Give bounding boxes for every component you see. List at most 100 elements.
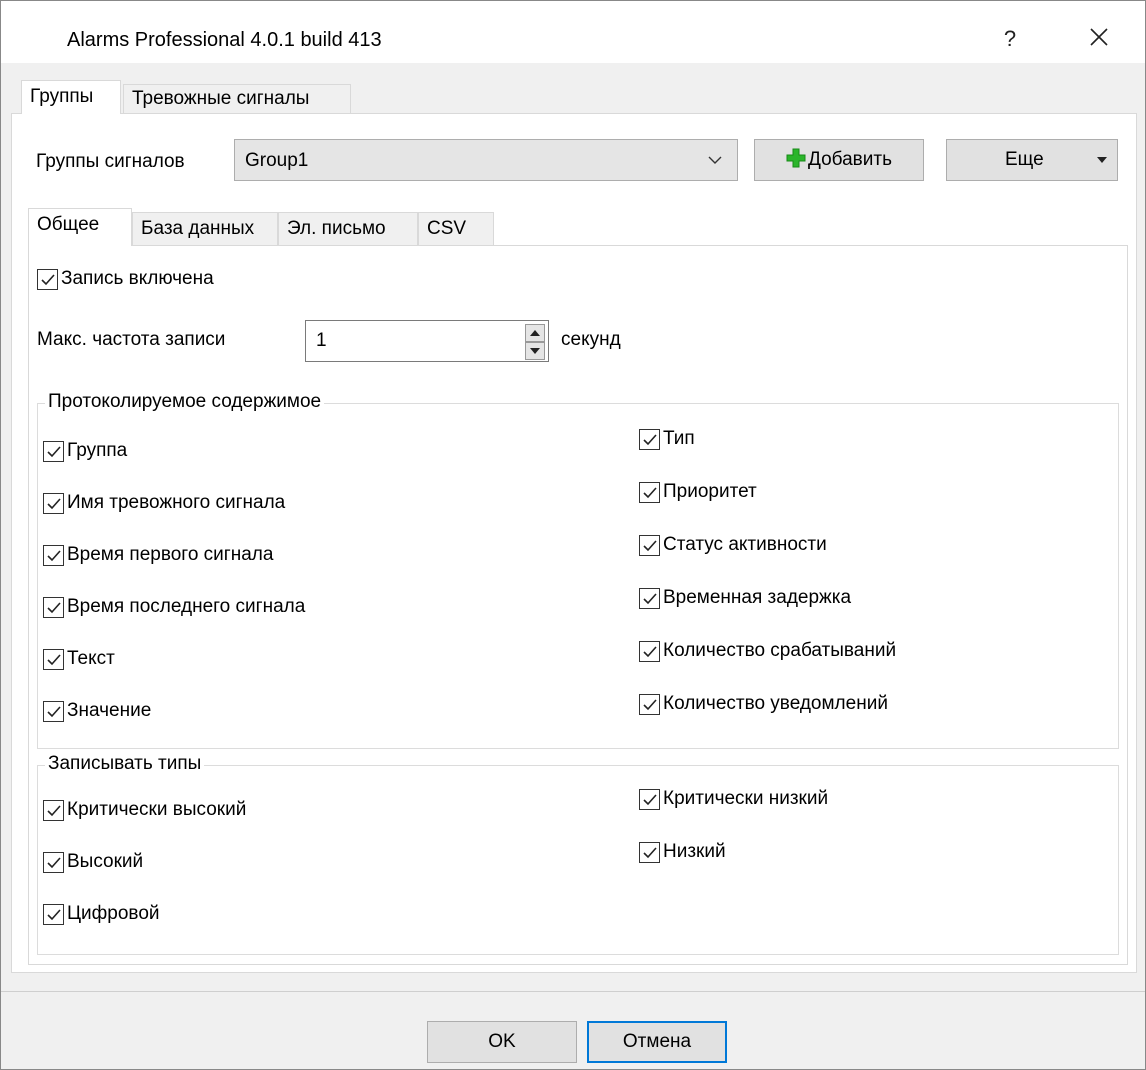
- checkmark-icon: [47, 653, 61, 665]
- checkbox-box: [43, 851, 64, 873]
- checkbox-box: [43, 700, 64, 722]
- cb-label: Время первого сигнала: [67, 544, 274, 565]
- cb-label: Имя тревожного сигнала: [67, 492, 286, 513]
- cb-label: Тип: [663, 428, 695, 449]
- cb-label: Время последнего сигнала: [67, 596, 306, 617]
- max-rate-unit: секунд: [561, 329, 621, 350]
- checkmark-icon: [47, 497, 61, 509]
- cb-label: Критически высокий: [67, 799, 247, 820]
- more-button-label: Еще: [1005, 149, 1044, 170]
- checkmark-icon: [643, 846, 657, 858]
- signal-groups-label: Группы сигналов: [36, 151, 185, 172]
- group-select-value: Group1: [245, 150, 309, 171]
- cb-notify-count[interactable]: Количество уведомлений: [639, 693, 888, 715]
- checkmark-icon: [47, 804, 61, 816]
- cb-label: Низкий: [663, 841, 726, 862]
- dialog-window: Alarms Professional 4.0.1 build 413 ? Гр…: [0, 0, 1146, 1070]
- cb-digital[interactable]: Цифровой: [43, 903, 160, 925]
- cb-label: Количество срабатываний: [663, 640, 897, 661]
- cb-high[interactable]: Высокий: [43, 851, 143, 873]
- checkbox-box: [43, 492, 64, 514]
- tab-email[interactable]: Эл. письмо: [278, 212, 418, 246]
- checkmark-icon: [47, 549, 61, 561]
- cb-active-status[interactable]: Статус активности: [639, 534, 827, 556]
- cb-label: Приоритет: [663, 481, 757, 502]
- cb-alarm-name[interactable]: Имя тревожного сигнала: [43, 492, 285, 514]
- add-button-label: Добавить: [808, 149, 892, 170]
- cb-last-time[interactable]: Время последнего сигнала: [43, 596, 305, 618]
- logged-content-group: [37, 403, 1119, 749]
- checkbox-box: [37, 268, 58, 290]
- help-button[interactable]: ?: [987, 19, 1033, 59]
- checkmark-icon: [643, 539, 657, 551]
- checkbox-box: [639, 534, 660, 556]
- record-types-group: [37, 765, 1119, 955]
- cb-group[interactable]: Группа: [43, 440, 127, 462]
- cb-label: Значение: [67, 700, 152, 721]
- max-rate-value: 1: [316, 330, 327, 351]
- cb-trigger-count[interactable]: Количество срабатываний: [639, 640, 896, 662]
- ok-button[interactable]: OK: [427, 1021, 577, 1063]
- logged-content-title: Протоколируемое содержимое: [45, 391, 325, 413]
- checkbox-box: [639, 788, 660, 810]
- more-button[interactable]: Еще: [946, 139, 1118, 181]
- cb-text[interactable]: Текст: [43, 648, 115, 670]
- checkbox-box: [639, 841, 660, 863]
- checkmark-icon: [643, 486, 657, 498]
- checkbox-box: [43, 648, 64, 670]
- tab-general[interactable]: Общее: [28, 208, 132, 246]
- checkmark-icon: [47, 908, 61, 920]
- max-rate-spinner[interactable]: 1: [305, 320, 549, 362]
- cb-time-delay[interactable]: Временная задержка: [639, 587, 851, 609]
- checkmark-icon: [643, 592, 657, 604]
- cb-label: Текст: [67, 648, 115, 669]
- cb-type[interactable]: Тип: [639, 428, 695, 450]
- cb-label: Группа: [67, 440, 128, 461]
- cb-critical-low[interactable]: Критически низкий: [639, 788, 828, 810]
- cb-label: Временная задержка: [663, 587, 852, 608]
- cancel-button[interactable]: Отмена: [587, 1021, 727, 1063]
- checkbox-box: [639, 587, 660, 609]
- cb-first-time[interactable]: Время первого сигнала: [43, 544, 273, 566]
- group-select[interactable]: Group1: [234, 139, 738, 181]
- cb-critical-high[interactable]: Критически высокий: [43, 799, 246, 821]
- close-icon: [1090, 28, 1108, 46]
- cb-low[interactable]: Низкий: [639, 841, 726, 863]
- cb-label: Количество уведомлений: [663, 693, 888, 714]
- window-title: Alarms Professional 4.0.1 build 413: [67, 29, 382, 51]
- cb-value[interactable]: Значение: [43, 700, 151, 722]
- dropdown-arrow-icon: [1097, 157, 1107, 163]
- checkmark-icon: [47, 601, 61, 613]
- cb-label: Критически низкий: [663, 788, 829, 809]
- checkmark-icon: [41, 273, 55, 285]
- checkmark-icon: [643, 793, 657, 805]
- add-group-button[interactable]: Добавить: [754, 139, 924, 181]
- checkbox-box: [43, 596, 64, 618]
- cb-label: Статус активности: [663, 534, 827, 555]
- chevron-down-icon: [708, 156, 722, 164]
- checkbox-box: [639, 428, 660, 450]
- close-button[interactable]: [1075, 19, 1121, 59]
- checkbox-box: [639, 640, 660, 662]
- tab-database[interactable]: База данных: [132, 212, 278, 246]
- checkbox-box: [43, 544, 64, 566]
- general-tab-panel: Запись включена Макс. частота записи 1 с…: [28, 245, 1128, 965]
- checkbox-box: [639, 481, 660, 503]
- checkmark-icon: [47, 705, 61, 717]
- title-bar: Alarms Professional 4.0.1 build 413 ?: [1, 1, 1145, 63]
- checkbox-box: [43, 799, 64, 821]
- tab-alarms[interactable]: Тревожные сигналы: [123, 84, 351, 114]
- checkmark-icon: [643, 645, 657, 657]
- cb-label: Цифровой: [67, 903, 160, 924]
- logging-enabled-label: Запись включена: [61, 268, 214, 289]
- tab-csv[interactable]: CSV: [418, 212, 494, 246]
- tab-groups[interactable]: Группы: [21, 80, 121, 114]
- checkbox-box: [43, 440, 64, 462]
- checkbox-box: [639, 693, 660, 715]
- checkbox-box: [43, 903, 64, 925]
- checkmark-icon: [47, 445, 61, 457]
- record-types-title: Записывать типы: [45, 753, 205, 775]
- cb-priority[interactable]: Приоритет: [639, 481, 757, 503]
- spinner-arrows-icon[interactable]: [525, 324, 545, 360]
- logging-enabled-checkbox[interactable]: Запись включена: [37, 268, 214, 290]
